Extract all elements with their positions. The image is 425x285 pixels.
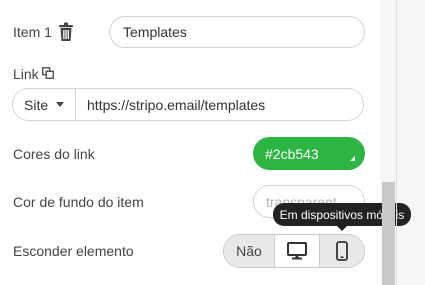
hide-element-label: Esconder elemento xyxy=(13,243,134,259)
panel-divider xyxy=(396,0,397,285)
item-label: Item 1 xyxy=(13,24,52,40)
link-type-value: Site xyxy=(24,96,49,113)
scrollbar-thumb[interactable] xyxy=(382,182,395,285)
link-input-group: Site https://stripo.email/templates xyxy=(12,88,364,121)
item-name-value: Templates xyxy=(123,24,187,40)
hide-desktop-option[interactable] xyxy=(275,235,320,267)
hide-element-toggle: Não xyxy=(223,234,365,268)
link-type-select[interactable]: Site xyxy=(13,89,76,120)
hide-mobile-option[interactable] xyxy=(320,235,364,267)
settings-panel: Item 1 Templates Link Site https://strip… xyxy=(0,0,380,285)
link-colors-label: Cores do link xyxy=(13,146,95,162)
mobile-icon xyxy=(336,241,348,261)
copy-icon[interactable] xyxy=(42,67,54,79)
link-url-value: https://stripo.email/templates xyxy=(87,96,266,113)
item-background-label: Cor de fundo do item xyxy=(13,194,144,210)
link-color-value: #2cb543 xyxy=(265,145,319,162)
trash-icon[interactable] xyxy=(58,22,74,42)
link-label: Link xyxy=(13,66,39,82)
chevron-down-icon xyxy=(56,102,65,107)
desktop-icon xyxy=(287,242,307,260)
link-url-input[interactable]: https://stripo.email/templates xyxy=(76,89,363,120)
hide-none-label: Não xyxy=(236,243,262,259)
link-color-picker[interactable]: #2cb543 xyxy=(253,137,365,170)
hide-none-option[interactable]: Não xyxy=(224,235,275,267)
item-name-input[interactable]: Templates xyxy=(109,16,365,48)
picker-corner-icon xyxy=(350,156,355,161)
